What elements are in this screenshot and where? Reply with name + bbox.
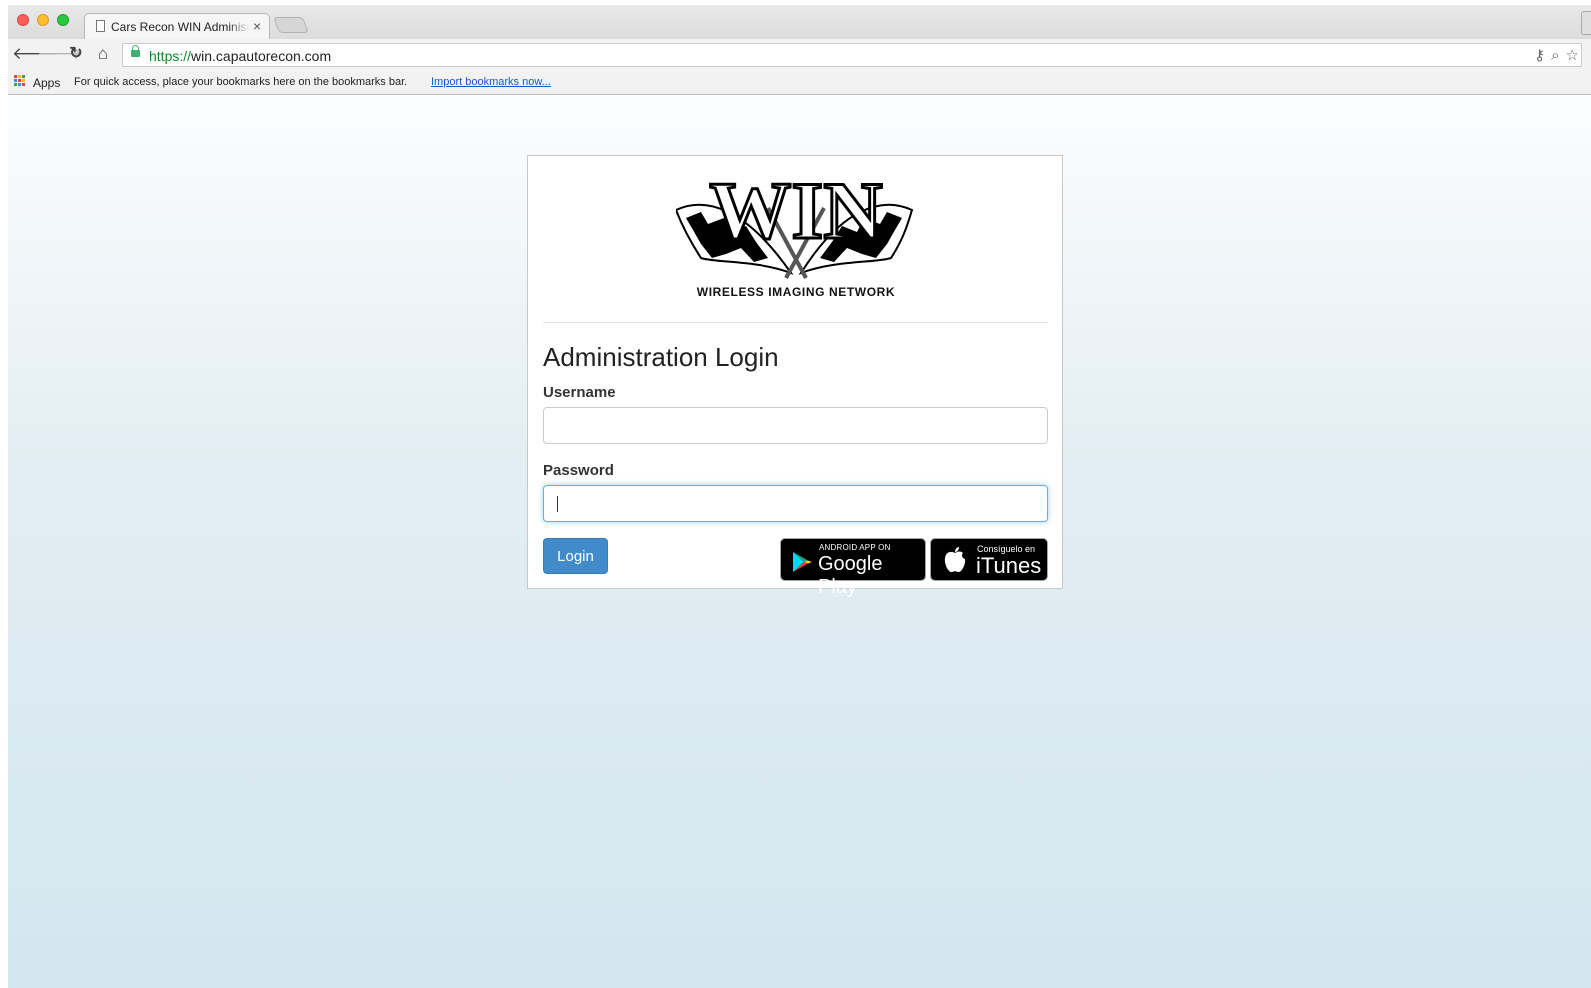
forward-arrow-icon[interactable]: 🡒 bbox=[37, 44, 83, 64]
bookmarks-bar: Apps For quick access, place your bookma… bbox=[8, 70, 1591, 95]
tab-strip: Cars Recon WIN Administration × bbox=[8, 5, 1591, 40]
divider bbox=[543, 322, 1048, 323]
username-label: Username bbox=[543, 384, 616, 401]
password-input[interactable] bbox=[543, 485, 1048, 522]
tab-title: Cars Recon WIN Administration bbox=[111, 20, 249, 34]
url-text[interactable]: https://win.capautorecon.com bbox=[149, 48, 331, 64]
google-play-badge[interactable]: ANDROID APP ON Google Play bbox=[780, 538, 926, 598]
profile-button[interactable] bbox=[1581, 11, 1591, 35]
close-window-button[interactable] bbox=[17, 14, 29, 26]
zoom-icon[interactable]: ⌕ bbox=[1551, 47, 1559, 64]
login-card: WIN WIRELESS IMAGING NETWORK Administrat… bbox=[527, 155, 1063, 598]
apps-icon[interactable] bbox=[14, 75, 26, 87]
win-logo: WIN WIRELESS IMAGING NETWORK bbox=[674, 164, 916, 308]
browser-toolbar: 🡐 🡒 ↻ ⌂ https://win.capautorecon.com ⚷ ⌕ ☆ bbox=[8, 39, 1591, 70]
back-arrow-icon[interactable]: 🡐 bbox=[12, 44, 58, 64]
itunes-badge[interactable]: Consíguelo en iTunes bbox=[930, 538, 1048, 581]
new-tab-button[interactable] bbox=[273, 17, 309, 33]
lock-icon bbox=[131, 45, 140, 57]
apple-icon bbox=[944, 547, 966, 573]
google-play-small-text: ANDROID APP ON bbox=[819, 543, 891, 552]
bookmark-star-icon[interactable]: ☆ bbox=[1566, 46, 1579, 64]
key-icon[interactable]: ⚷ bbox=[1534, 46, 1545, 64]
home-icon[interactable]: ⌂ bbox=[93, 44, 113, 64]
import-bookmarks-link[interactable]: Import bookmarks now... bbox=[431, 76, 551, 88]
address-bar[interactable]: https://win.capautorecon.com ⚷ ⌕ ☆ bbox=[122, 43, 1582, 67]
username-input[interactable] bbox=[543, 407, 1048, 444]
google-play-icon bbox=[793, 552, 812, 572]
logo-caption: WIRELESS IMAGING NETWORK bbox=[696, 285, 896, 299]
reload-icon[interactable]: ↻ bbox=[66, 44, 86, 64]
password-label: Password bbox=[543, 462, 614, 479]
page-content: WIN WIRELESS IMAGING NETWORK Administrat… bbox=[8, 95, 1591, 988]
browser-window: Cars Recon WIN Administration × 🡐 🡒 ↻ ⌂ … bbox=[8, 5, 1591, 988]
apps-shortcut[interactable]: Apps bbox=[33, 76, 60, 90]
login-button[interactable]: Login bbox=[543, 538, 608, 574]
page-title: Administration Login bbox=[543, 342, 779, 372]
win-logo-text: WIN bbox=[709, 168, 882, 256]
minimize-window-button[interactable] bbox=[37, 14, 49, 26]
browser-tab[interactable]: Cars Recon WIN Administration × bbox=[84, 13, 270, 40]
page-icon bbox=[96, 20, 105, 32]
bookmarks-hint: For quick access, place your bookmarks h… bbox=[74, 76, 408, 88]
itunes-big-text: iTunes bbox=[976, 553, 1042, 578]
text-caret bbox=[557, 496, 558, 512]
google-play-big-text: Google Play bbox=[818, 553, 883, 598]
tab-close-icon[interactable]: × bbox=[253, 18, 261, 34]
maximize-window-button[interactable] bbox=[57, 14, 69, 26]
